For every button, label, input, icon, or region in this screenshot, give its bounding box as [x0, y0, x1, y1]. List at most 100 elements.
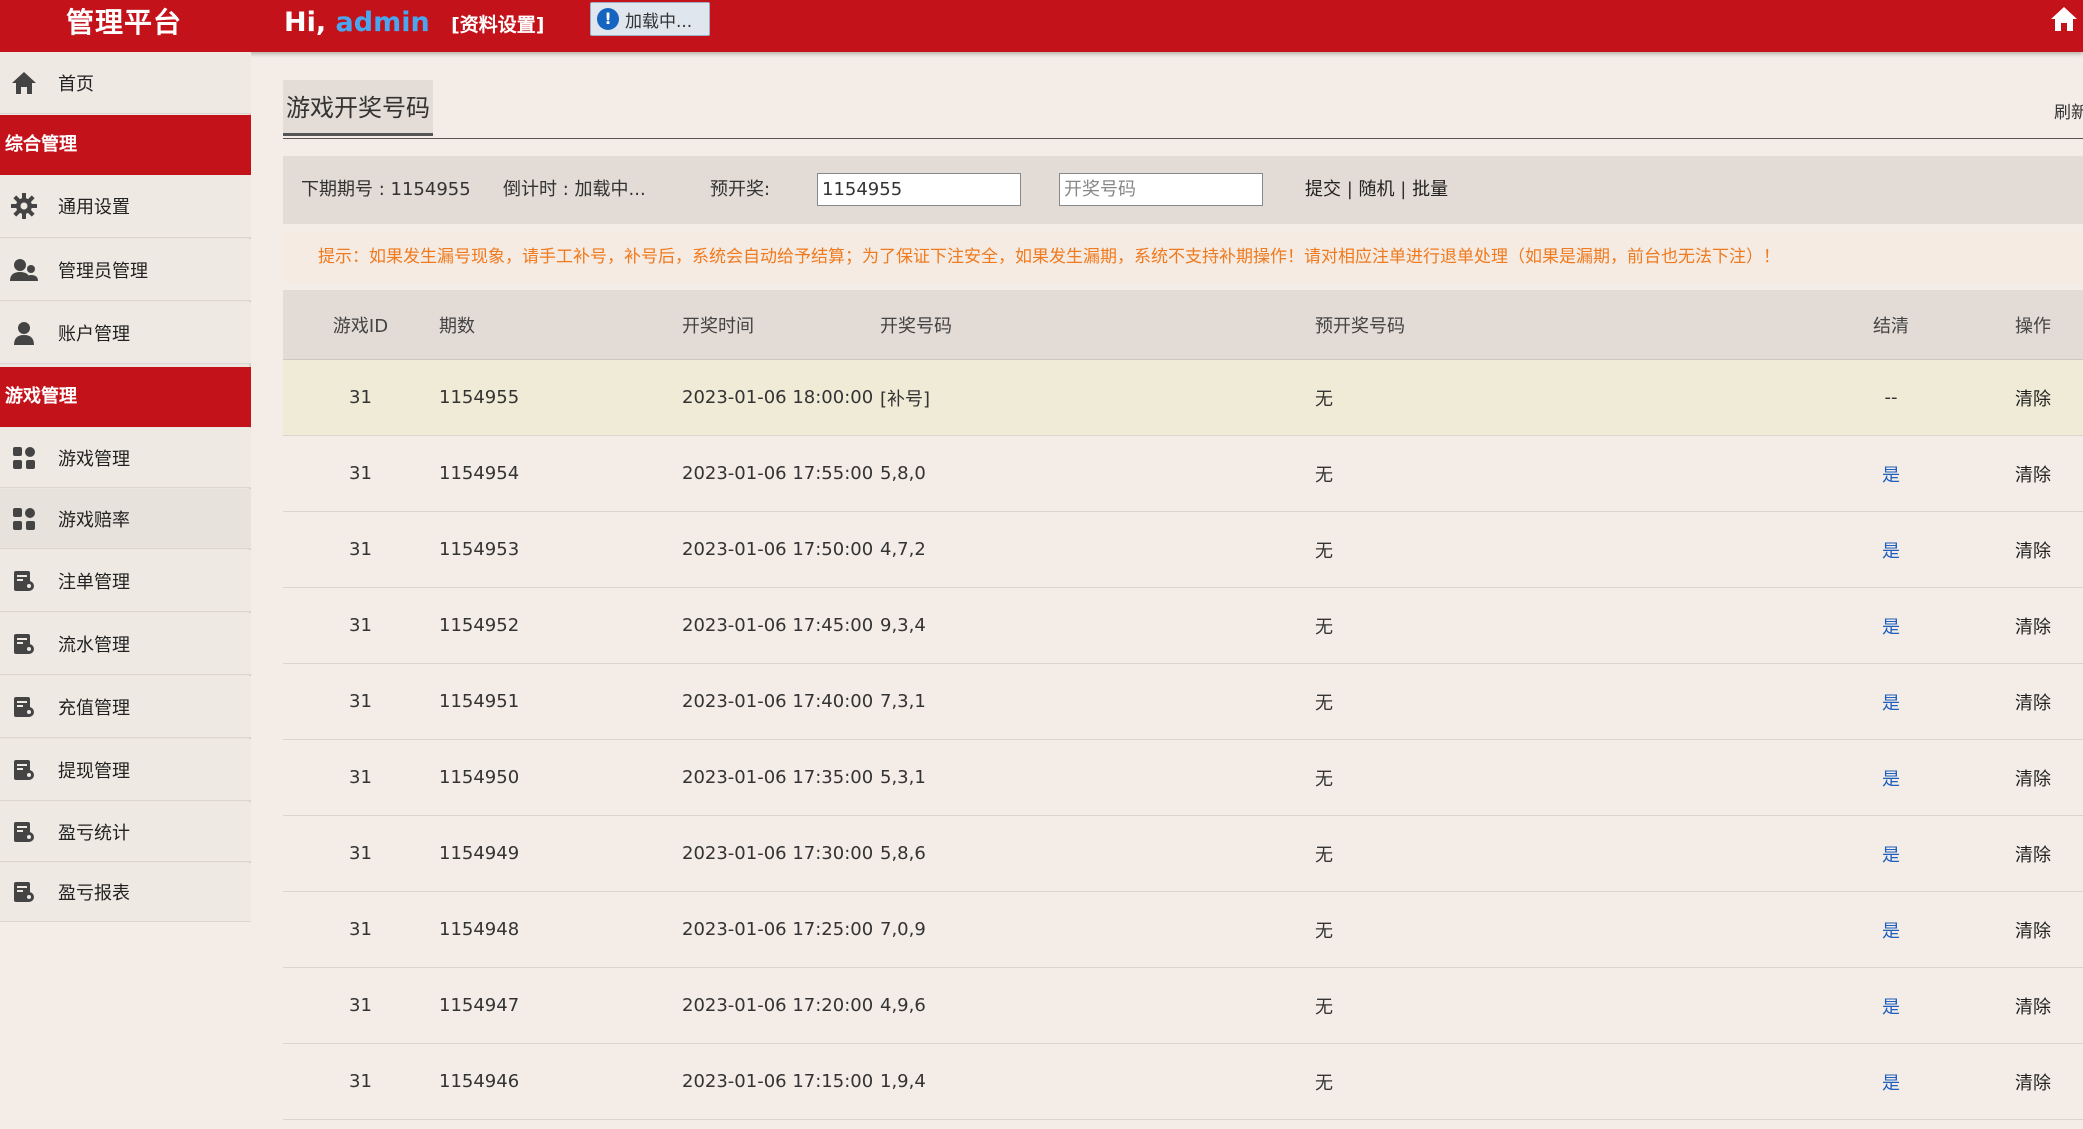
sidebar: 首页 综合管理 通用设置 管理员管理 账户管理 游戏管理 游戏管理 游戏赔率 注…: [0, 52, 251, 1129]
sidebar-item-general-settings[interactable]: 通用设置: [0, 175, 251, 238]
cell-pre-draw-code: 无: [1315, 768, 1333, 790]
profile-settings-link[interactable]: [资料设置]: [451, 14, 544, 36]
draw-code-input[interactable]: [1059, 173, 1263, 206]
settled-link[interactable]: 是: [1863, 664, 1919, 739]
sidebar-item-profit-stats[interactable]: 盈亏统计: [0, 802, 251, 862]
sidebar-item-account-management[interactable]: 账户管理: [0, 302, 251, 364]
tab-divider: [283, 138, 2083, 139]
cell-draw-code: 7,0,9: [880, 919, 926, 940]
table-row: 31 1154952 2023-01-06 17:45:00 9,3,4 无 是…: [283, 588, 2083, 664]
header-game-id: 游戏ID: [332, 315, 389, 337]
sidebar-item-label: 游戏管理: [58, 448, 130, 470]
clear-button[interactable]: 清除: [2005, 360, 2061, 435]
table-row: 31 1154955 2023-01-06 18:00:00 [补号] 无 --…: [283, 360, 2083, 436]
sidebar-section-game[interactable]: 游戏管理: [0, 367, 251, 427]
settled-link[interactable]: 是: [1863, 892, 1919, 967]
sidebar-section-general[interactable]: 综合管理: [0, 115, 251, 175]
cell-game-id: 31: [349, 919, 372, 940]
cell-settled: --: [1884, 387, 1898, 408]
cell-draw-time: 2023-01-06 17:15:00: [682, 1071, 874, 1092]
sidebar-item-game-management[interactable]: 游戏管理: [0, 428, 251, 488]
clear-button[interactable]: 清除: [2005, 968, 2061, 1043]
home-icon[interactable]: [2049, 4, 2079, 34]
cell-pre-draw-code: 无: [1315, 388, 1333, 410]
top-bar: 管理平台 Hi, admin [资料设置] ! 加载中...: [0, 0, 2083, 52]
cell-pre-draw-code: 无: [1315, 616, 1333, 638]
settled-link[interactable]: 是: [1863, 740, 1919, 815]
cell-period: 1154950: [439, 767, 520, 788]
pre-draw-label: 预开奖:: [710, 179, 771, 200]
loading-indicator: ! 加载中...: [590, 2, 710, 36]
cell-game-id: 31: [349, 615, 372, 636]
apps-icon: [10, 505, 38, 533]
cell-period: 1154946: [439, 1071, 520, 1092]
submit-button[interactable]: 提交: [1305, 179, 1341, 200]
cell-pre-draw-code: 无: [1315, 1072, 1333, 1094]
pre-draw-period-input[interactable]: [817, 173, 1021, 206]
fill-number-link[interactable]: [补号]: [880, 360, 930, 435]
settled-link[interactable]: 是: [1863, 1044, 1919, 1119]
toolbar-actions: 提交 | 随机 | 批量: [1305, 156, 1448, 224]
sidebar-item-profit-report[interactable]: 盈亏报表: [0, 863, 251, 922]
header-pre-draw-code: 预开奖号码: [1315, 315, 1405, 337]
clear-button[interactable]: 清除: [2005, 1044, 2061, 1119]
settled-link[interactable]: 是: [1863, 436, 1919, 511]
cell-draw-code: 5,8,0: [880, 463, 926, 484]
cell-game-id: 31: [349, 995, 372, 1016]
clear-button[interactable]: 清除: [2005, 588, 2061, 663]
sidebar-item-admin-management[interactable]: 管理员管理: [0, 239, 251, 301]
cell-period: 1154951: [439, 691, 520, 712]
table-row: 31 1154954 2023-01-06 17:55:00 5,8,0 无 是…: [283, 436, 2083, 512]
table-row: 31 1154947 2023-01-06 17:20:00 4,9,6 无 是…: [283, 968, 2083, 1044]
cell-draw-code: 7,3,1: [880, 691, 926, 712]
clear-button[interactable]: 清除: [2005, 816, 2061, 891]
header-draw-time: 开奖时间: [682, 315, 754, 337]
cell-game-id: 31: [349, 767, 372, 788]
random-button[interactable]: 随机: [1359, 179, 1395, 200]
cell-game-id: 31: [349, 463, 372, 484]
settled-link[interactable]: 是: [1863, 588, 1919, 663]
sidebar-item-game-odds[interactable]: 游戏赔率: [0, 489, 251, 549]
sidebar-item-recharge-management[interactable]: 充值管理: [0, 676, 251, 738]
cell-period: 1154955: [439, 387, 520, 408]
cell-draw-time: 2023-01-06 17:25:00: [682, 919, 874, 940]
cell-period: 1154948: [439, 919, 520, 940]
ledger-icon: [10, 693, 38, 721]
cell-draw-code: 4,7,2: [880, 539, 926, 560]
ledger-icon: [10, 756, 38, 784]
cell-draw-code: 4,9,6: [880, 995, 926, 1016]
header-draw-code: 开奖号码: [880, 315, 952, 337]
clear-button[interactable]: 清除: [2005, 740, 2061, 815]
separator: |: [1346, 179, 1353, 200]
cell-draw-time: 2023-01-06 17:45:00: [682, 615, 874, 636]
refresh-link[interactable]: 刷新: [2054, 98, 2083, 123]
users-icon: [10, 256, 38, 284]
sidebar-item-bet-management[interactable]: 注单管理: [0, 550, 251, 612]
clear-button[interactable]: 清除: [2005, 436, 2061, 511]
cell-period: 1154954: [439, 463, 520, 484]
clear-button[interactable]: 清除: [2005, 892, 2061, 967]
settled-link[interactable]: 是: [1863, 512, 1919, 587]
next-period: 下期期号 : 1154955: [301, 179, 471, 200]
cell-game-id: 31: [349, 843, 372, 864]
countdown: 倒计时 : 加载中...: [503, 179, 646, 200]
settled-link[interactable]: 是: [1863, 816, 1919, 891]
sidebar-item-withdraw-management[interactable]: 提现管理: [0, 739, 251, 801]
clear-button[interactable]: 清除: [2005, 512, 2061, 587]
sidebar-item-home[interactable]: 首页: [0, 52, 251, 114]
sidebar-item-label: 账户管理: [58, 323, 130, 345]
user-icon: [10, 319, 38, 347]
batch-button[interactable]: 批量: [1412, 179, 1448, 200]
separator: |: [1400, 179, 1407, 200]
cell-game-id: 31: [349, 539, 372, 560]
gear-icon: [10, 192, 38, 220]
clear-button[interactable]: 清除: [2005, 664, 2061, 739]
sidebar-item-label: 游戏赔率: [58, 509, 130, 531]
sidebar-item-label: 盈亏报表: [58, 883, 130, 904]
ledger-icon: [10, 567, 38, 595]
sidebar-item-flow-management[interactable]: 流水管理: [0, 613, 251, 675]
sidebar-item-label: 充值管理: [58, 697, 130, 719]
ledger-icon: [10, 818, 38, 846]
tab-draw-numbers[interactable]: 游戏开奖号码: [283, 80, 433, 136]
settled-link[interactable]: 是: [1863, 968, 1919, 1043]
